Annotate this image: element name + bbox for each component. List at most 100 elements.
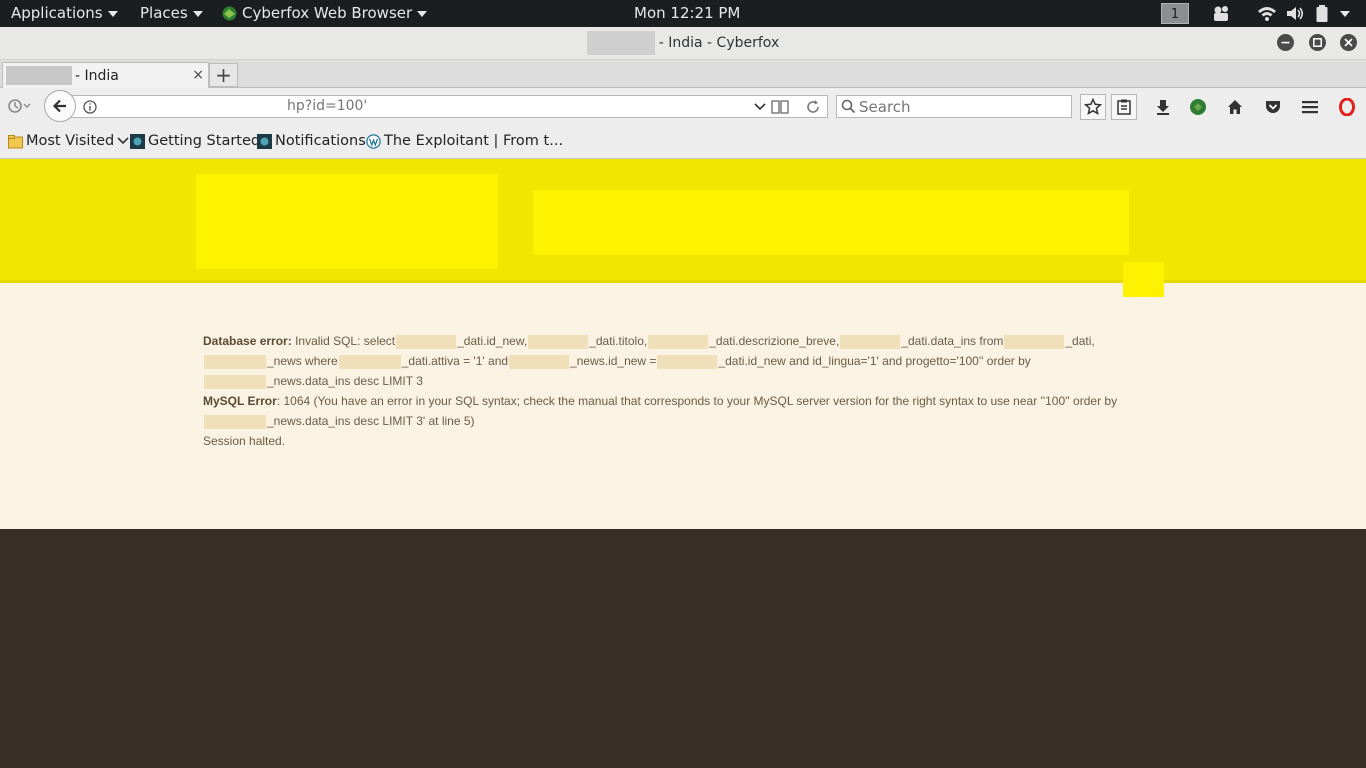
url-dropdown-chevron-icon[interactable] <box>754 102 766 112</box>
back-button[interactable] <box>44 90 76 122</box>
camera-icon[interactable] <box>1212 4 1232 23</box>
close-icon <box>1344 38 1353 47</box>
clock-label: Mon 12:21 PM <box>634 4 741 22</box>
volume-icon[interactable] <box>1285 4 1305 23</box>
reader-view-icon[interactable] <box>771 99 789 115</box>
bookmark-notifications[interactable]: Notifications <box>257 133 366 149</box>
search-input[interactable] <box>859 97 1064 116</box>
sql-text: _news where <box>267 354 338 368</box>
chevron-down-icon <box>192 10 203 17</box>
back-arrow-icon <box>52 99 66 113</box>
redacted-block <box>509 354 570 369</box>
maximize-icon <box>1313 38 1322 47</box>
minimize-button[interactable] <box>1277 34 1294 51</box>
search-bar[interactable] <box>836 95 1072 118</box>
redacted-block <box>204 374 266 389</box>
redacted-block <box>1004 334 1065 349</box>
download-arrow-icon <box>1157 100 1169 115</box>
chevron-down-icon <box>117 137 129 145</box>
redacted-url-part <box>101 97 287 116</box>
applications-menu[interactable]: Applications <box>11 0 118 27</box>
corner-block <box>1123 262 1164 297</box>
redacted-block <box>204 354 266 369</box>
bookmark-label: Getting Started <box>148 133 261 149</box>
mysql-text: _news.data_ins desc LIMIT 3' at line 5) <box>267 414 475 428</box>
redacted-block <box>396 334 457 349</box>
window-title-text: - India - Cyberfox <box>658 35 780 51</box>
sql-text: _dati.attiva = '1' and <box>401 354 509 368</box>
home-icon <box>1228 100 1242 114</box>
star-icon <box>1084 98 1102 116</box>
session-halted-text: Session halted. <box>203 434 286 448</box>
bookmark-label: Notifications <box>275 133 366 149</box>
redacted-block <box>586 31 655 55</box>
tab-strip: - India × + <box>0 60 1366 89</box>
bookmark-star-button[interactable] <box>1080 94 1106 120</box>
green-addon-icon <box>1190 99 1206 115</box>
workspace-indicator[interactable]: 1 <box>1161 3 1189 24</box>
new-tab-button[interactable]: + <box>209 63 238 87</box>
cyberfox-favicon-icon <box>257 133 272 149</box>
url-text: hp?id=100' <box>287 98 368 114</box>
folder-icon <box>8 134 23 148</box>
tab-india[interactable]: - India × <box>2 62 209 89</box>
pocket-button[interactable] <box>1260 94 1286 120</box>
cyberfox-app-icon <box>222 6 237 21</box>
clipboard-icon <box>1117 99 1131 115</box>
app-menu[interactable]: Cyberfox Web Browser <box>221 0 428 27</box>
app-name-label: Cyberfox Web Browser <box>242 4 413 22</box>
chevron-down-icon <box>107 10 118 17</box>
opera-icon <box>1339 98 1355 116</box>
downloads-button[interactable] <box>1150 94 1176 120</box>
redacted-block <box>840 334 901 349</box>
wordpress-icon <box>366 133 381 149</box>
main-menu-button[interactable] <box>1297 94 1323 120</box>
redacted-block <box>204 414 266 429</box>
tab-label: - India <box>75 68 119 84</box>
history-dropdown-icon[interactable] <box>7 98 33 114</box>
bookmark-the-exploitant[interactable]: The Exploitant | From t... <box>366 133 563 149</box>
bookmark-label: Most Visited <box>26 133 115 149</box>
pocket-icon <box>1266 101 1280 113</box>
banner-placeholder <box>533 190 1129 255</box>
window-title: - India - Cyberfox <box>0 27 1366 59</box>
system-menu-chevron-icon[interactable] <box>1340 11 1350 17</box>
battery-icon[interactable] <box>1314 4 1330 23</box>
bookmark-getting-started[interactable]: Getting Started <box>130 133 260 149</box>
home-button[interactable] <box>1222 94 1248 120</box>
reload-icon[interactable] <box>805 99 821 115</box>
url-bar[interactable]: hp?id=100' <box>60 95 828 118</box>
sql-text: _news.id_new = <box>570 354 657 368</box>
close-window-button[interactable] <box>1340 34 1357 51</box>
places-menu[interactable]: Places <box>140 0 203 27</box>
info-icon[interactable] <box>83 100 97 114</box>
wifi-icon[interactable] <box>1257 4 1277 23</box>
redacted-block <box>6 66 72 85</box>
minimize-icon <box>1281 41 1290 44</box>
logo-placeholder <box>196 174 498 269</box>
redacted-block <box>338 354 401 369</box>
bookmark-label: The Exploitant | From t... <box>384 133 564 149</box>
mysql-error-block: MySQL Error: 1064 (You have an error in … <box>203 391 1163 431</box>
opera-addon-button[interactable] <box>1334 94 1360 120</box>
mysql-error-label: MySQL Error <box>203 394 277 408</box>
sql-text: _dati.titolo, <box>589 334 648 348</box>
redacted-block <box>528 334 589 349</box>
hamburger-menu-icon <box>1302 101 1318 114</box>
applications-label: Applications <box>11 4 103 22</box>
sql-text: _dati.id_new and id_lingua='1' and proge… <box>718 354 1031 368</box>
cyberfox-favicon-icon <box>130 133 145 149</box>
bookmark-most-visited[interactable]: Most Visited <box>8 133 129 149</box>
sql-text: _dati, <box>1065 334 1095 348</box>
maximize-button[interactable] <box>1309 34 1326 51</box>
mysql-text: : 1064 (You have an error in your SQL sy… <box>276 394 1118 408</box>
tab-close-icon[interactable]: × <box>192 67 204 83</box>
addon-button[interactable] <box>1185 94 1211 120</box>
clock[interactable]: Mon 12:21 PM <box>634 0 740 27</box>
error-message: Database error: Invalid SQL: select _dati… <box>203 331 1163 451</box>
chevron-down-icon <box>417 10 428 17</box>
bookmarks-menu-button[interactable] <box>1111 94 1137 120</box>
sql-text: _dati.id_new, <box>457 334 528 348</box>
database-error-block: Database error: Invalid SQL: select _dati… <box>203 331 1163 391</box>
window-titlebar: - India - Cyberfox <box>0 27 1366 60</box>
